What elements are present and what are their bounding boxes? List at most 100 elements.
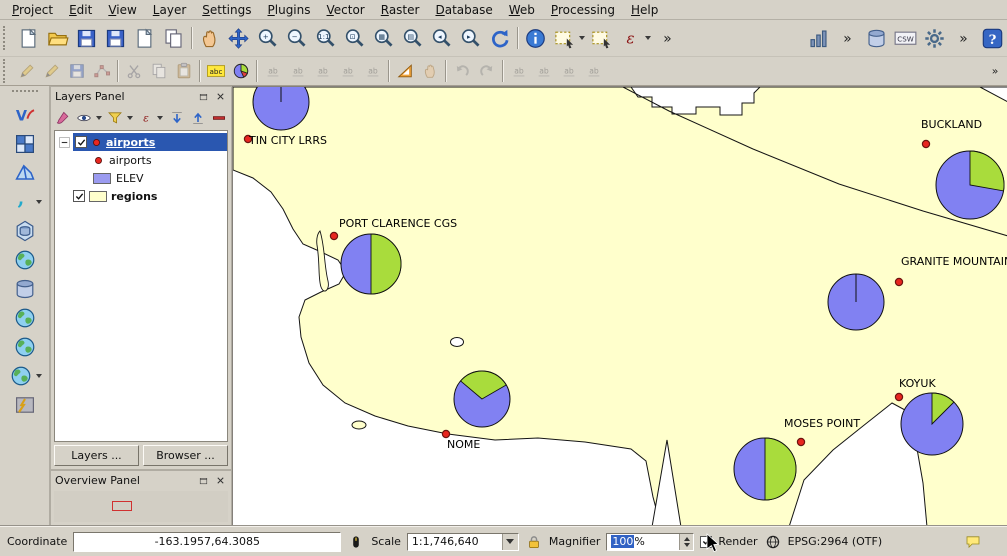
tab-browser[interactable]: Browser ...	[143, 445, 228, 466]
change-label-icon[interactable]: ab	[360, 59, 385, 83]
toolbar-overflow-2-icon[interactable]: »	[833, 24, 862, 53]
vertex-tool-icon[interactable]	[89, 59, 114, 83]
undo-icon[interactable]	[449, 59, 474, 83]
pan-to-selection-icon[interactable]	[224, 24, 253, 53]
add-mesh-layer-icon[interactable]	[10, 159, 40, 187]
dropdown-arrow-icon[interactable]	[579, 36, 585, 40]
dropdown-arrow-icon[interactable]	[96, 116, 102, 120]
layer-visibility-checkbox[interactable]	[73, 190, 85, 202]
cut-features-icon[interactable]	[121, 59, 146, 83]
menu-item-vector[interactable]: Vector	[319, 2, 373, 18]
crs-globe-icon[interactable]	[764, 533, 782, 551]
menu-item-view[interactable]: View	[100, 2, 144, 18]
save-project-icon[interactable]	[72, 24, 101, 53]
layout-manager-icon[interactable]	[159, 24, 188, 53]
help-icon[interactable]: ?	[978, 24, 1007, 53]
close-panel-icon[interactable]	[213, 474, 227, 488]
dropdown-arrow-icon[interactable]	[36, 374, 42, 378]
statistical-summary-icon[interactable]	[804, 24, 833, 53]
highlight-labels-icon[interactable]: ab	[285, 59, 310, 83]
add-wms-layer-icon[interactable]	[10, 304, 40, 332]
new-project-icon[interactable]	[14, 24, 43, 53]
menu-item-layer[interactable]: Layer	[145, 2, 194, 18]
dropdown-arrow-icon[interactable]	[36, 200, 42, 204]
toolbar-handle[interactable]	[12, 90, 38, 97]
menu-item-edit[interactable]: Edit	[61, 2, 100, 18]
layer-label[interactable]: airports	[106, 136, 155, 149]
zoom-next-icon[interactable]: ▸	[456, 24, 485, 53]
toolbar-handle[interactable]	[3, 26, 10, 50]
toolbar-overflow-3-icon[interactable]: »	[949, 24, 978, 53]
measure-tool-icon[interactable]	[392, 59, 417, 83]
label-option-4-icon[interactable]: ab	[581, 59, 606, 83]
map-canvas[interactable]: TIN CITY LRRSPORT CLARENCE CGSBUCKLANDGR…	[232, 86, 1007, 526]
zoom-native-icon[interactable]: 1:1	[311, 24, 340, 53]
pan-map-icon[interactable]	[195, 24, 224, 53]
open-project-icon[interactable]	[43, 24, 72, 53]
add-delimited-text-icon[interactable]: ,	[6, 188, 36, 216]
dropdown-arrow-icon[interactable]	[645, 36, 651, 40]
menu-item-processing[interactable]: Processing	[543, 2, 623, 18]
add-mssql-layer-icon[interactable]	[10, 275, 40, 303]
processing-toolbox-icon[interactable]	[920, 24, 949, 53]
annotation-tool-icon[interactable]	[417, 59, 442, 83]
overview-extent-rect[interactable]	[112, 501, 132, 511]
pin-labels-icon[interactable]: ab	[260, 59, 285, 83]
zoom-in-icon[interactable]: +	[253, 24, 282, 53]
layer-label[interactable]: regions	[111, 190, 157, 203]
tab-layers[interactable]: Layers ...	[54, 445, 139, 466]
overview-map[interactable]	[54, 491, 228, 522]
float-panel-icon[interactable]	[196, 90, 210, 104]
combo-dropdown-icon[interactable]	[502, 534, 518, 550]
collapse-all-icon[interactable]	[188, 108, 207, 127]
menu-item-settings[interactable]: Settings	[194, 2, 259, 18]
label-option-2-icon[interactable]: ab	[531, 59, 556, 83]
manage-map-themes-icon[interactable]	[75, 108, 94, 127]
toggle-editing-icon[interactable]	[39, 59, 64, 83]
move-label-icon[interactable]: ab	[310, 59, 335, 83]
menu-item-project[interactable]: Project	[4, 2, 61, 18]
add-gps-layer-icon[interactable]	[10, 391, 40, 419]
refresh-map-icon[interactable]	[485, 24, 514, 53]
zoom-last-icon[interactable]: ◂	[427, 24, 456, 53]
add-wfs-layer-icon[interactable]	[10, 333, 40, 361]
layer-visibility-checkbox[interactable]	[75, 136, 87, 148]
redo-icon[interactable]	[474, 59, 499, 83]
label-option-1-icon[interactable]: ab	[506, 59, 531, 83]
spinner-buttons[interactable]	[679, 534, 693, 550]
select-by-expression-icon[interactable]: ε	[616, 24, 645, 53]
filter-legend-icon[interactable]	[106, 108, 125, 127]
menu-item-web[interactable]: Web	[501, 2, 543, 18]
close-panel-icon[interactable]	[213, 90, 227, 104]
menu-item-raster[interactable]: Raster	[373, 2, 428, 18]
scale-combobox[interactable]: 1:1,746,640	[407, 533, 519, 551]
remove-layer-icon[interactable]	[209, 108, 228, 127]
database-manager-icon[interactable]	[862, 24, 891, 53]
coordinate-input[interactable]	[73, 532, 341, 552]
label-option-3-icon[interactable]: ab	[556, 59, 581, 83]
zoom-to-selection-icon[interactable]: ▦	[369, 24, 398, 53]
zoom-full-icon[interactable]: ⊡	[340, 24, 369, 53]
add-raster-layer-icon[interactable]	[10, 130, 40, 158]
add-vector-layer-icon[interactable]: V	[10, 101, 40, 129]
zoom-out-icon[interactable]: −	[282, 24, 311, 53]
save-layer-edits-icon[interactable]	[64, 59, 89, 83]
tree-expander-icon[interactable]	[58, 136, 71, 149]
dropdown-arrow-icon[interactable]	[157, 116, 163, 120]
add-wcs-layer-icon[interactable]	[6, 362, 36, 390]
float-panel-icon[interactable]	[196, 474, 210, 488]
filter-by-expression-icon[interactable]: ε	[137, 108, 156, 127]
render-checkbox[interactable]	[700, 536, 712, 548]
lock-scale-icon[interactable]	[525, 533, 543, 551]
save-project-as-icon[interactable]	[101, 24, 130, 53]
layer-diagram-icon[interactable]	[228, 59, 253, 83]
toolbar-overflow-1-icon[interactable]: »	[653, 24, 682, 53]
menu-item-help[interactable]: Help	[623, 2, 666, 18]
menu-item-plugins[interactable]: Plugins	[260, 2, 319, 18]
new-print-layout-icon[interactable]	[130, 24, 159, 53]
legend-row-airports[interactable]: airports	[55, 151, 227, 169]
add-postgis-layer-icon[interactable]	[10, 217, 40, 245]
copy-features-icon[interactable]	[146, 59, 171, 83]
layer-row-airports[interactable]: airports	[55, 133, 227, 151]
rotate-label-icon[interactable]: ab	[335, 59, 360, 83]
